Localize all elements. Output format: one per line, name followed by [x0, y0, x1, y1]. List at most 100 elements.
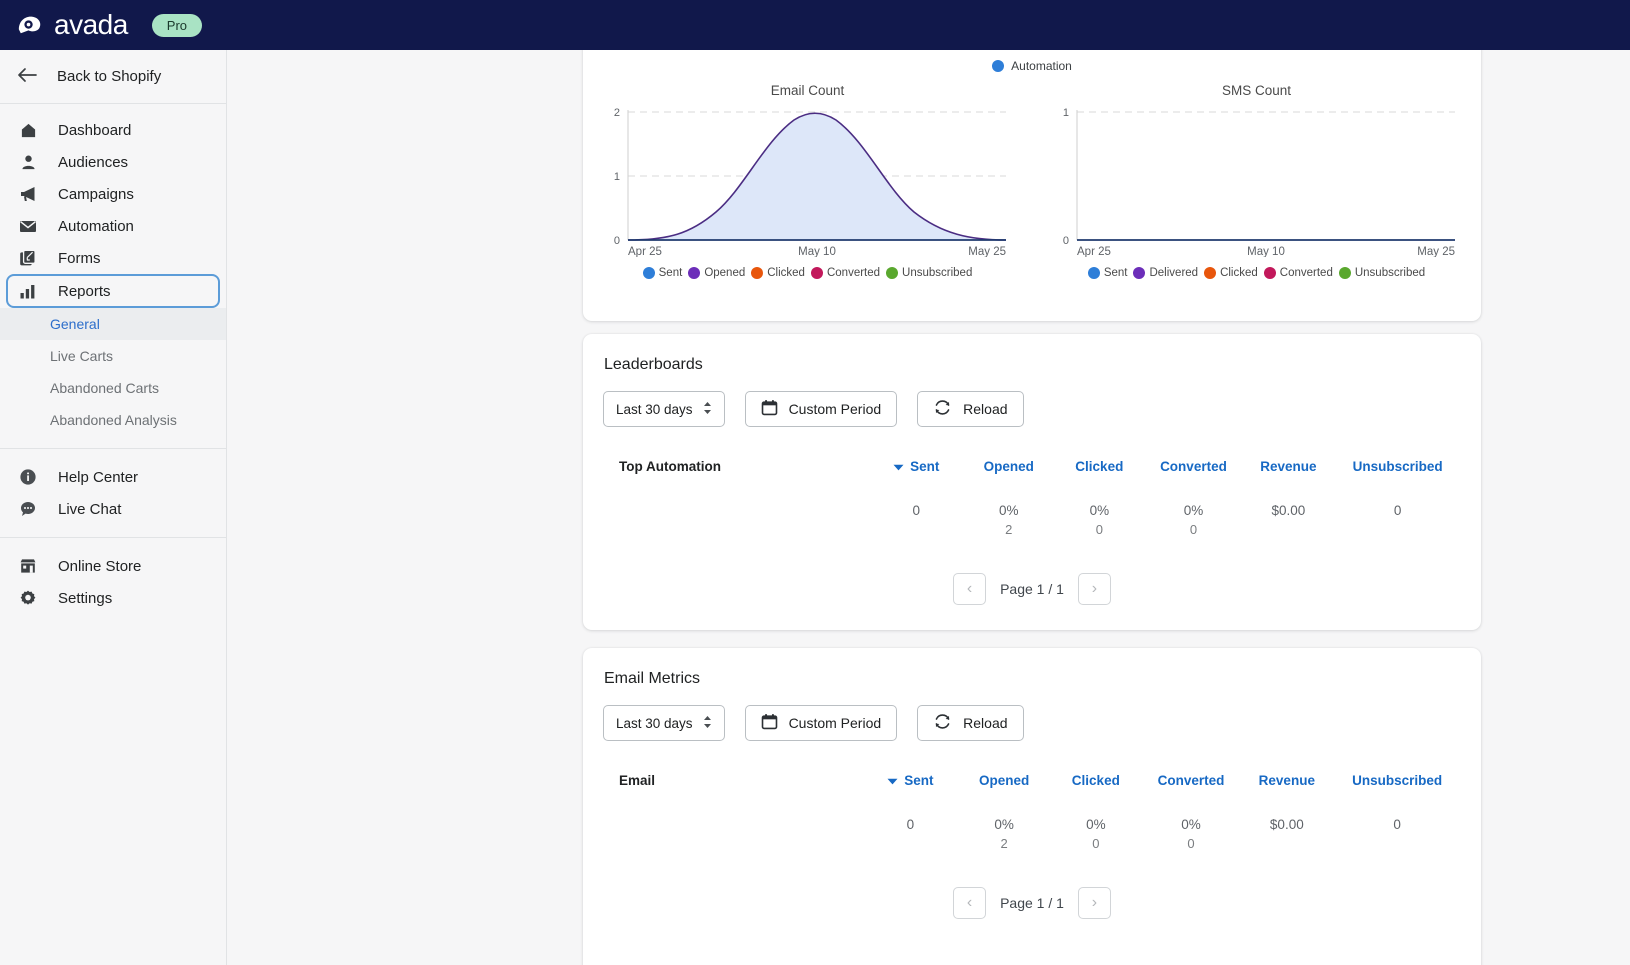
email-metrics-card: Email Metrics Last 30 days: [583, 648, 1481, 965]
sort-desc-icon: [893, 459, 904, 474]
legend-item-clicked[interactable]: Clicked: [1204, 267, 1258, 279]
email-count-chart: Email Count 2 1 0: [583, 83, 1032, 279]
cell-unsubscribed: 0: [1333, 792, 1461, 853]
cell-opened-pct: 0%: [994, 817, 1014, 832]
sidebar-subitem-label: Live Carts: [50, 348, 113, 364]
cell-unsubscribed: 0: [1334, 478, 1461, 539]
pager-prev-button[interactable]: ‹: [953, 573, 986, 605]
info-icon: [17, 468, 39, 486]
column-header-converted[interactable]: Converted: [1142, 773, 1241, 792]
sidebar-item-help-center[interactable]: Help Center: [6, 461, 220, 493]
legend-label: Unsubscribed: [902, 267, 972, 279]
email-metrics-title: Email Metrics: [604, 670, 1461, 688]
sidebar-item-label: Settings: [58, 590, 112, 607]
sidebar-subitem-general[interactable]: General: [0, 308, 226, 340]
email-metrics-table: Email Sent Opened Clicked Converted: [603, 773, 1461, 853]
svg-text:1: 1: [1062, 107, 1068, 119]
reload-icon: [933, 713, 952, 733]
legend-item-converted[interactable]: Converted: [811, 267, 880, 279]
column-header-revenue[interactable]: Revenue: [1242, 459, 1334, 478]
legend-item-opened[interactable]: Opened: [688, 267, 745, 279]
cell-sent: 0: [863, 792, 958, 853]
column-header-sent[interactable]: Sent: [863, 773, 958, 792]
column-header-sent[interactable]: Sent: [869, 459, 963, 478]
sms-chart-legend: Sent Delivered Clicked Converted Unsubsc…: [1032, 267, 1481, 279]
sidebar-item-online-store[interactable]: Online Store: [6, 550, 220, 582]
email-metrics-custom-period-button[interactable]: Custom Period: [745, 705, 898, 741]
table-header-row: Top Automation Sent Opened Clicked Conv: [603, 459, 1461, 478]
email-metrics-range-value: Last 30 days: [616, 716, 693, 731]
legend-label: Delivered: [1149, 267, 1198, 279]
main-content: Automation Email Count 2: [227, 50, 1630, 965]
legend-dot-sent: [643, 267, 655, 279]
svg-text:1: 1: [613, 171, 619, 183]
cell-opened-pct: 0%: [999, 503, 1019, 518]
legend-item-delivered[interactable]: Delivered: [1133, 267, 1198, 279]
column-header-opened[interactable]: Opened: [958, 773, 1050, 792]
legend-label-automation: Automation: [1011, 59, 1072, 73]
brand-logo[interactable]: avada: [14, 10, 128, 41]
svg-text:Apr 25: Apr 25: [628, 246, 662, 257]
sidebar-item-audiences[interactable]: Audiences: [6, 146, 220, 178]
legend-item-converted[interactable]: Converted: [1264, 267, 1333, 279]
pager-prev-button[interactable]: ‹: [953, 887, 986, 919]
sort-desc-icon: [887, 773, 898, 788]
column-header-revenue[interactable]: Revenue: [1240, 773, 1333, 792]
gear-icon: [17, 589, 39, 607]
leaderboards-range-select[interactable]: Last 30 days: [603, 391, 725, 427]
sidebar-subitem-live-carts[interactable]: Live Carts: [0, 340, 226, 372]
legend-item-sent[interactable]: Sent: [643, 267, 683, 279]
cell-clicked-pct: 0%: [1086, 817, 1106, 832]
sidebar-item-label: Help Center: [58, 469, 138, 486]
legend-dot-opened: [688, 267, 700, 279]
legend-label: Opened: [704, 267, 745, 279]
sidebar-subitem-abandoned-analysis[interactable]: Abandoned Analysis: [0, 404, 226, 436]
legend-item-sent[interactable]: Sent: [1088, 267, 1128, 279]
sidebar-item-automation[interactable]: Automation: [6, 210, 220, 242]
form-icon: [17, 249, 39, 267]
table-row[interactable]: 0 0% 2 0% 0 0% 0 $0.00: [603, 478, 1461, 539]
column-header-top-automation: Top Automation: [603, 459, 869, 478]
legend-item-unsubscribed[interactable]: Unsubscribed: [886, 267, 972, 279]
sidebar-item-campaigns[interactable]: Campaigns: [6, 178, 220, 210]
legend-item-clicked[interactable]: Clicked: [751, 267, 805, 279]
sidebar-item-settings[interactable]: Settings: [6, 582, 220, 614]
back-to-shopify-button[interactable]: Back to Shopify: [0, 50, 226, 104]
column-header-unsubscribed[interactable]: Unsubscribed: [1334, 459, 1461, 478]
pager-next-button[interactable]: ›: [1078, 573, 1111, 605]
sidebar-subitem-abandoned-carts[interactable]: Abandoned Carts: [0, 372, 226, 404]
cell-revenue: $0.00: [1242, 478, 1334, 539]
column-header-clicked[interactable]: Clicked: [1054, 459, 1144, 478]
column-header-opened[interactable]: Opened: [963, 459, 1054, 478]
cell-clicked: 0% 0: [1050, 792, 1142, 853]
leaderboards-table: Top Automation Sent Opened Clicked Conv: [603, 459, 1461, 539]
email-metrics-range-select[interactable]: Last 30 days: [603, 705, 725, 741]
email-metrics-reload-button[interactable]: Reload: [917, 705, 1023, 741]
sms-count-chart: SMS Count 1 0 Apr 25 May 10 May 25: [1032, 83, 1481, 279]
email-chart-legend: Sent Opened Clicked Converted Unsubscrib…: [583, 267, 1032, 279]
email-count-plot: 2 1 0 Apr 25 May 10 May 25: [598, 102, 1018, 257]
cell-clicked-count: 0: [1054, 520, 1144, 539]
leaderboards-custom-period-button[interactable]: Custom Period: [745, 391, 898, 427]
sidebar-item-dashboard[interactable]: Dashboard: [6, 114, 220, 146]
column-header-converted[interactable]: Converted: [1145, 459, 1243, 478]
sidebar-item-label: Automation: [58, 218, 134, 235]
legend-dot-converted: [811, 267, 823, 279]
sms-count-plot: 1 0 Apr 25 May 10 May 25: [1047, 102, 1467, 257]
leaderboards-reload-button[interactable]: Reload: [917, 391, 1023, 427]
cell-name: [603, 478, 869, 539]
legend-item-unsubscribed[interactable]: Unsubscribed: [1339, 267, 1425, 279]
sidebar-item-reports[interactable]: Reports: [6, 274, 220, 308]
pager-next-button[interactable]: ›: [1078, 887, 1111, 919]
column-header-clicked[interactable]: Clicked: [1050, 773, 1142, 792]
svg-text:2: 2: [613, 107, 619, 119]
envelope-icon: [17, 217, 39, 235]
storefront-icon: [17, 557, 39, 575]
column-header-unsubscribed[interactable]: Unsubscribed: [1333, 773, 1461, 792]
table-row[interactable]: 0 0% 2 0% 0 0% 0 $0.00: [603, 792, 1461, 853]
legend-label: Sent: [659, 267, 683, 279]
sidebar-item-live-chat[interactable]: Live Chat: [6, 493, 220, 525]
cell-converted-pct: 0%: [1181, 817, 1201, 832]
sidebar-item-forms[interactable]: Forms: [6, 242, 220, 274]
svg-text:0: 0: [613, 235, 619, 247]
